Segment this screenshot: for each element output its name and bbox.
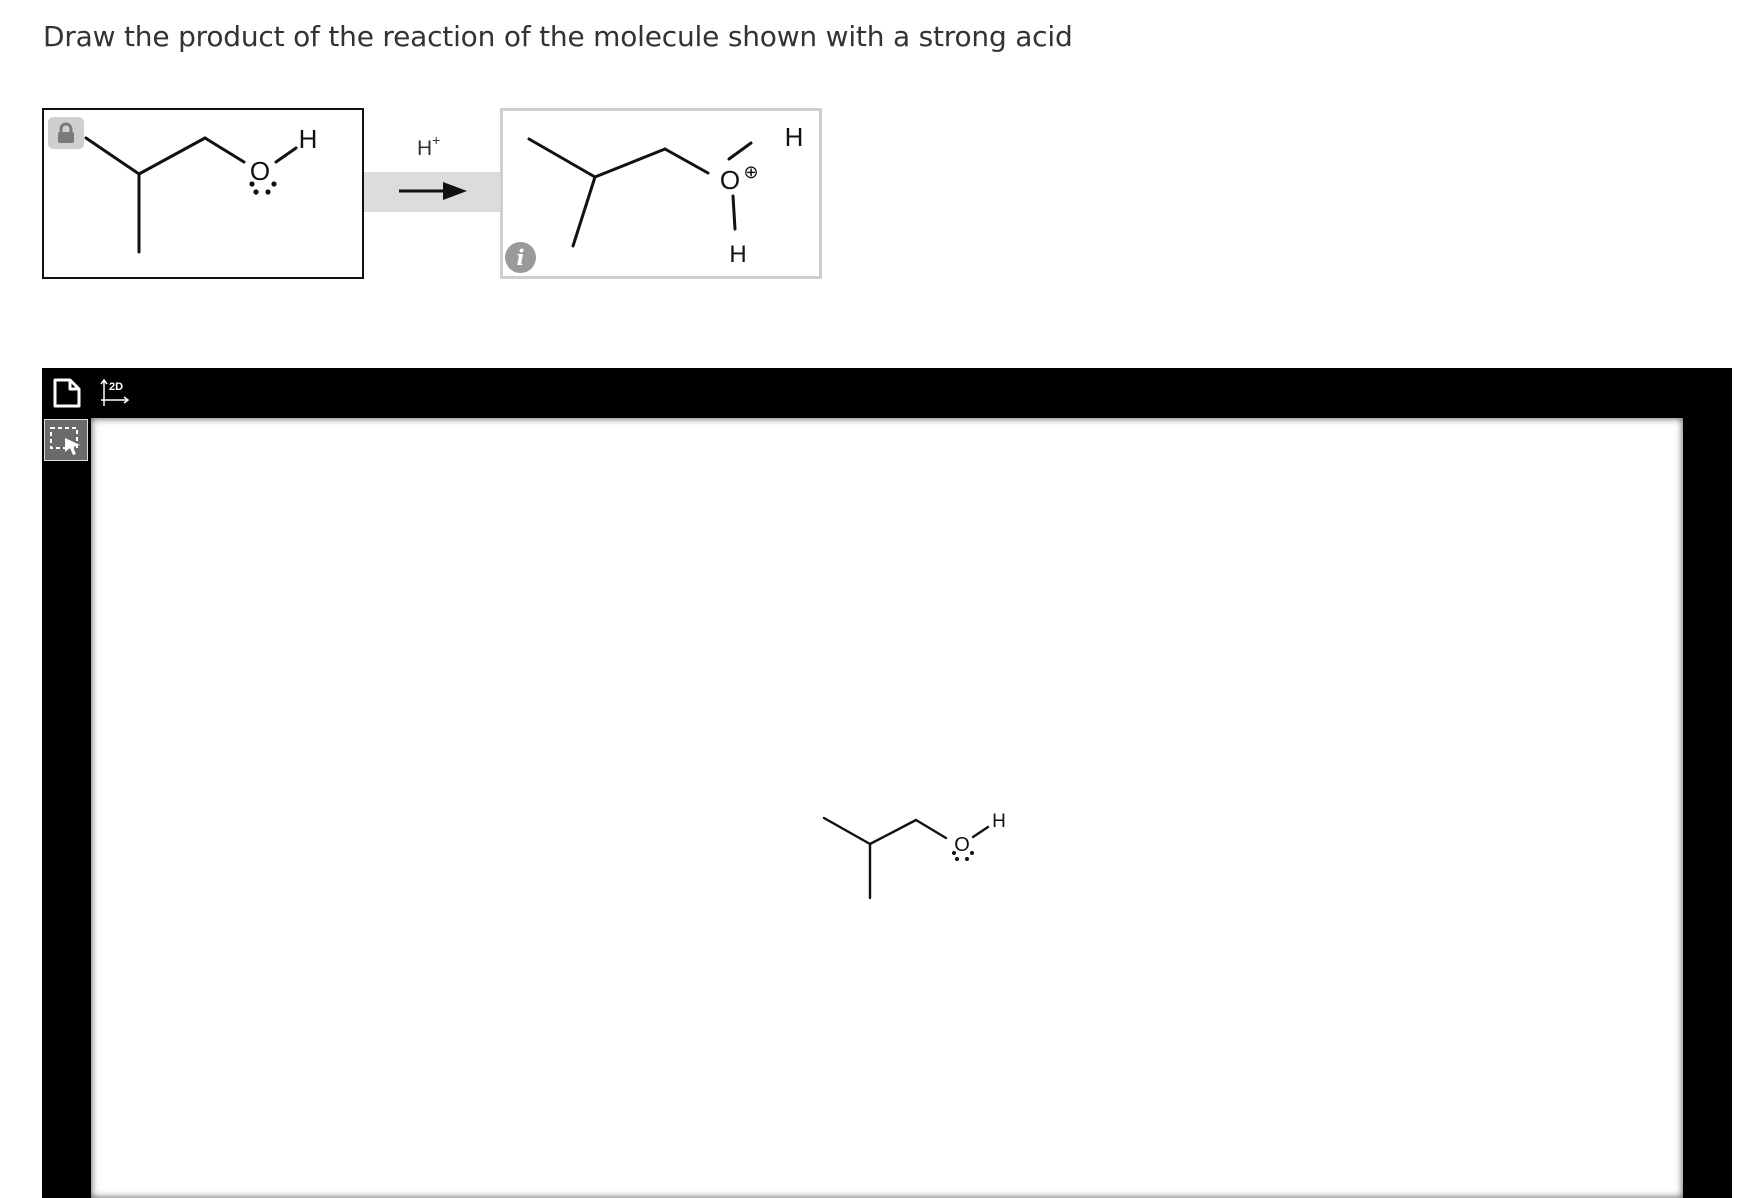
select-tool-button[interactable] — [44, 419, 88, 461]
marquee-select-icon — [50, 427, 80, 455]
product-molecule: O ⊕ H H — [527, 122, 804, 268]
question-prompt: Draw the product of the reaction of the … — [43, 20, 1073, 53]
product-hydrogen-top-label: H — [785, 122, 804, 152]
product-structure-box: O ⊕ H H — [500, 108, 822, 279]
clean-2d-icon: 2D — [100, 378, 130, 406]
clean-2d-label: 2D — [109, 381, 123, 393]
clean-2d-button[interactable]: 2D — [98, 376, 132, 410]
canvas-oxygen-label: O — [954, 834, 970, 856]
canvas-hydrogen-label: H — [992, 811, 1006, 832]
structure-editor: 2D O H — [42, 368, 1732, 1198]
lock-icon — [58, 122, 74, 143]
product-oxygen-label: O — [720, 165, 740, 195]
product-positive-charge: ⊕ — [743, 162, 758, 183]
new-document-button[interactable] — [51, 376, 83, 410]
product-hydrogen-bottom-label: H — [729, 241, 746, 268]
drawing-canvas[interactable]: O H — [91, 418, 1683, 1198]
reactant-structure-box: O H — [42, 108, 364, 279]
canvas-molecule[interactable]: O H — [816, 798, 1016, 908]
document-icon — [53, 378, 81, 408]
reactant-hydrogen-label: H — [299, 124, 318, 154]
editor-left-toolbar — [42, 416, 90, 1198]
reaction-arrow-icon — [399, 182, 467, 200]
info-icon[interactable]: i — [505, 242, 536, 273]
reactant-oxygen-label: O — [250, 156, 270, 186]
editor-top-toolbar: 2D — [42, 368, 1732, 416]
reactant-molecule: O H — [84, 124, 318, 254]
locked-badge — [48, 117, 84, 149]
reagent-label: H+ — [417, 132, 441, 160]
